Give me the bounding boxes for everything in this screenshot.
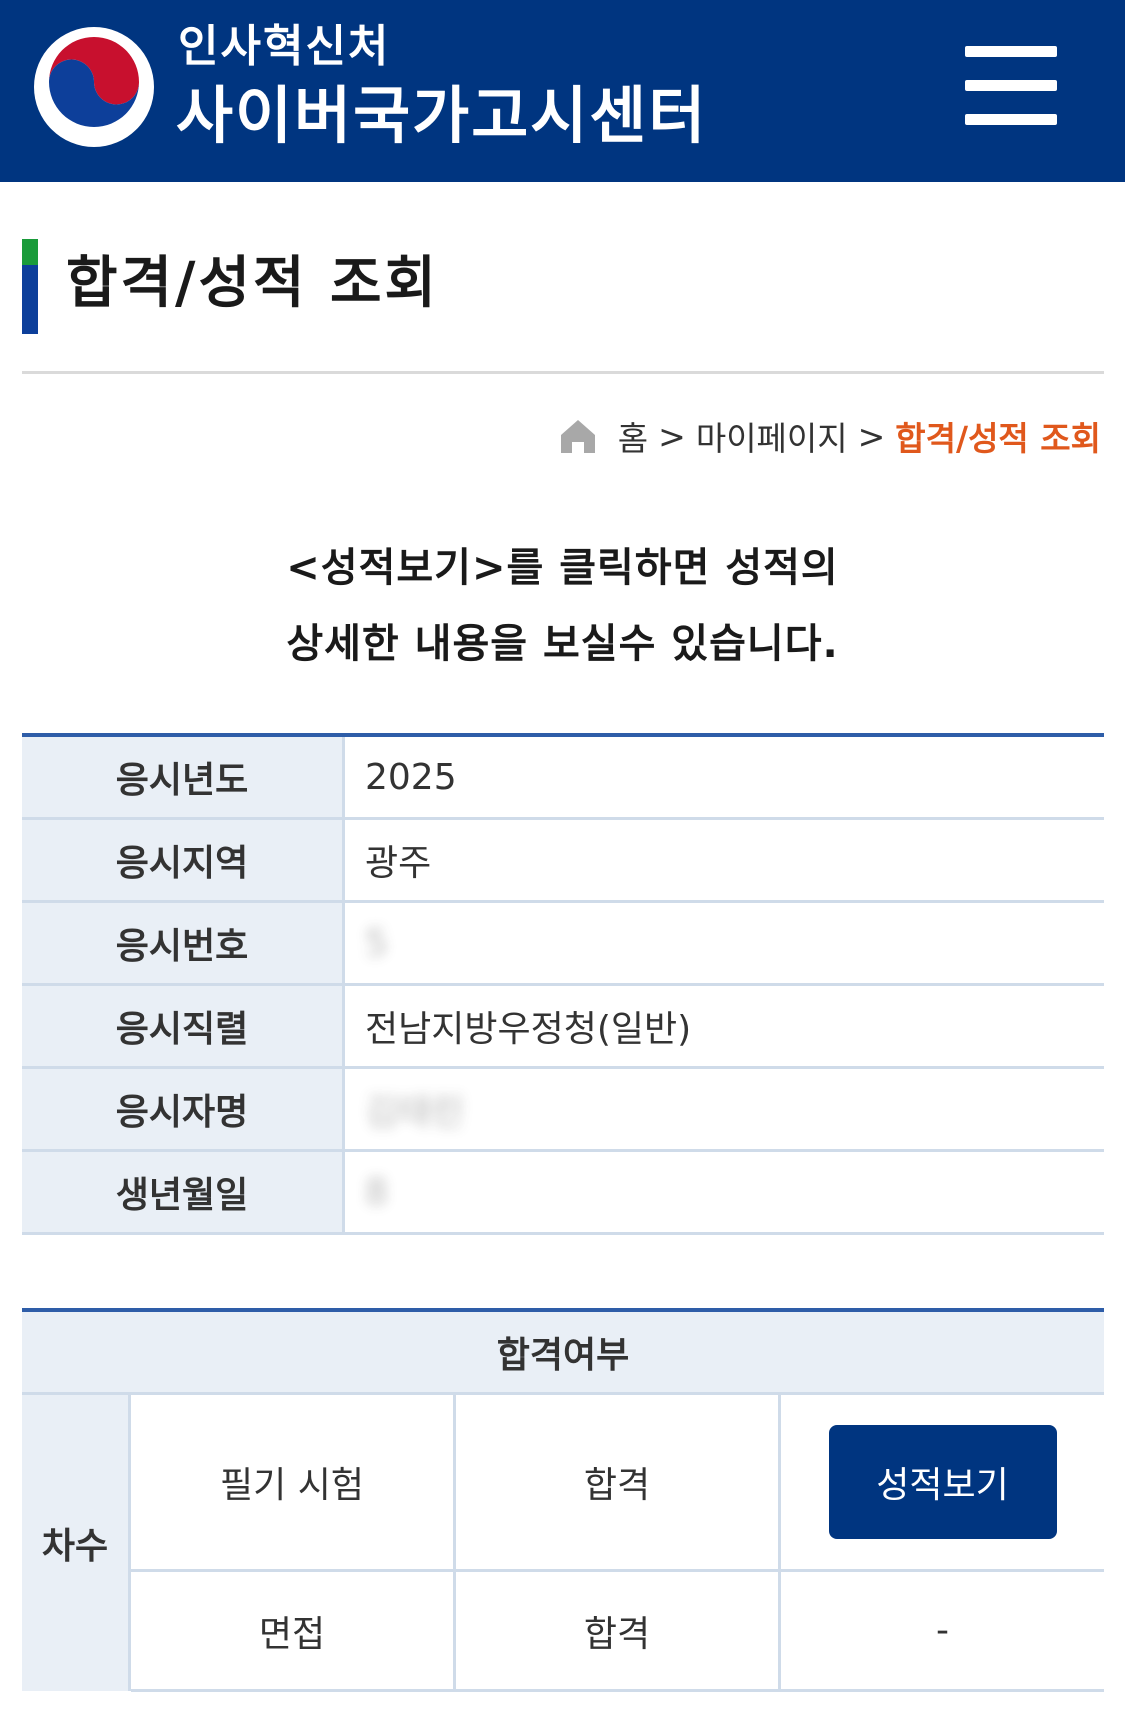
action-cell: -: [936, 1610, 949, 1651]
info-label: 응시번호: [22, 903, 345, 983]
info-value-redacted: 5: [365, 922, 388, 964]
pass-status: 합격: [456, 1395, 781, 1569]
menu-bar-icon: [965, 114, 1057, 125]
breadcrumb-current: 합격/성적 조회: [895, 419, 1101, 458]
applicant-info-table: 응시년도 2025 응시지역 광주 응시번호 5 응시직렬 전남지방우정청(일반…: [22, 733, 1104, 1235]
info-value: 광주: [365, 843, 432, 884]
round-label: 차수: [22, 1395, 131, 1691]
result-table: 합격여부 차수 필기 시험 합격 성적보기 면접 합격 -: [22, 1308, 1104, 1692]
result-table-body: 차수 필기 시험 합격 성적보기 면접 합격 -: [22, 1395, 1104, 1692]
breadcrumb-separator: >: [658, 416, 686, 456]
info-label: 응시자명: [22, 1069, 345, 1149]
table-row: 응시자명 김태린: [22, 1069, 1104, 1152]
notice-line-1: <성적보기>를 클릭하면 성적의: [286, 545, 839, 591]
exam-type: 필기 시험: [131, 1395, 456, 1569]
breadcrumb-home[interactable]: 홈: [618, 412, 648, 460]
site-name[interactable]: 사이버국가고시센터: [176, 78, 707, 154]
menu-bar-icon: [965, 46, 1057, 57]
table-row: 응시지역 광주: [22, 820, 1104, 903]
table-row: 필기 시험 합격 성적보기: [131, 1395, 1104, 1572]
exam-type: 면접: [131, 1572, 456, 1689]
info-value: 전남지방우정청(일반): [365, 1009, 692, 1050]
divider: [22, 371, 1104, 374]
breadcrumb: 홈 > 마이페이지 > 합격/성적 조회: [558, 412, 1101, 460]
info-value-redacted: 8: [365, 1171, 388, 1213]
title-accent-bar: [22, 239, 38, 334]
info-label: 응시지역: [22, 820, 345, 900]
action-cell: 성적보기: [781, 1395, 1104, 1569]
org-name[interactable]: 인사혁신처: [178, 20, 390, 74]
notice-line-2: 상세한 내용을 보실수 있습니다.: [286, 621, 839, 667]
result-rows: 필기 시험 합격 성적보기 면접 합격 -: [131, 1395, 1104, 1692]
info-value-wrap: 5: [345, 903, 1104, 983]
breadcrumb-mypage[interactable]: 마이페이지: [696, 412, 848, 460]
info-label: 응시직렬: [22, 986, 345, 1066]
info-value-redacted: 김태린: [365, 1092, 465, 1133]
home-icon: [560, 420, 595, 453]
pass-status: 합격: [456, 1572, 781, 1689]
notice-text: <성적보기>를 클릭하면 성적의 상세한 내용을 보실수 있습니다.: [0, 530, 1125, 682]
view-score-button[interactable]: 성적보기: [828, 1425, 1057, 1539]
info-value-wrap: 김태린: [345, 1069, 1104, 1149]
table-row: 응시년도 2025: [22, 737, 1104, 820]
site-header: 인사혁신처 사이버국가고시센터: [0, 0, 1125, 182]
table-row: 응시번호 5: [22, 903, 1104, 986]
breadcrumb-separator: >: [857, 416, 886, 456]
table-row: 응시직렬 전남지방우정청(일반): [22, 986, 1104, 1069]
info-label: 생년월일: [22, 1152, 345, 1232]
menu-bar-icon: [965, 80, 1057, 91]
table-row: 생년월일 8: [22, 1152, 1104, 1235]
hamburger-menu-button[interactable]: [965, 44, 1057, 128]
table-row: 면접 합격 -: [131, 1572, 1104, 1692]
result-table-header: 합격여부: [22, 1312, 1104, 1395]
info-value-wrap: 8: [345, 1152, 1104, 1232]
info-label: 응시년도: [22, 737, 345, 817]
government-emblem-icon[interactable]: [31, 24, 157, 150]
page-title: 합격/성적 조회: [66, 251, 440, 316]
info-value: 2025: [365, 756, 457, 798]
